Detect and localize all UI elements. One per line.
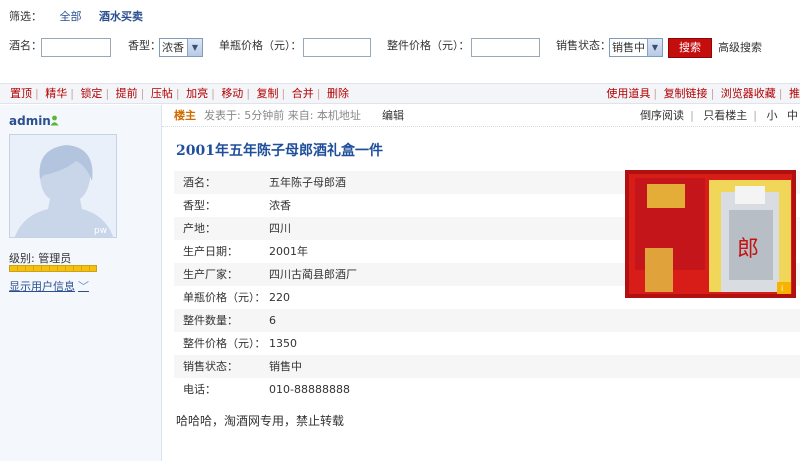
name-label: 酒名： xyxy=(9,39,42,52)
info-row: 销售状态： 销售中 xyxy=(174,355,800,378)
show-user-info-link[interactable]: 显示用户信息 ﹀ xyxy=(9,278,89,294)
name-input[interactable] xyxy=(41,38,111,57)
tool-copy-link[interactable]: 复制链接 xyxy=(664,87,708,100)
unit-price-input[interactable] xyxy=(303,38,371,57)
font-small-link[interactable]: 小 xyxy=(767,109,778,122)
tool-sink[interactable]: 压帖 xyxy=(151,87,173,100)
reverse-order-link[interactable]: 倒序阅读 xyxy=(640,109,684,122)
status-label: 销售状态： xyxy=(556,39,611,52)
floor-owner-label: 楼主 xyxy=(174,109,196,122)
font-medium-link[interactable]: 中 xyxy=(787,109,798,122)
wine-gift-box-image: 郎 i xyxy=(625,170,796,298)
svg-text:i: i xyxy=(781,284,783,293)
filter-option-all[interactable]: 全部 xyxy=(60,10,82,23)
unit-price-label: 单瓶价格（元）： xyxy=(219,39,302,52)
edit-link[interactable]: 编辑 xyxy=(382,105,404,127)
tool-move[interactable]: 移动 xyxy=(221,87,243,100)
tool-use-item[interactable]: 使用道具 xyxy=(606,87,650,100)
tool-recommend[interactable]: 推 xyxy=(789,87,800,100)
username[interactable]: admin xyxy=(9,114,51,128)
owner-only-link[interactable]: 只看楼主 xyxy=(703,109,747,122)
status-select[interactable]: 销售中 ▼ xyxy=(609,38,663,57)
tool-bookmark[interactable]: 浏览器收藏 xyxy=(721,87,776,100)
tool-sticky[interactable]: 置顶 xyxy=(10,87,32,100)
search-button[interactable]: 搜索 xyxy=(668,38,712,58)
user-sidebar: admin pw 级别: 管理员 显示用户信息 ﹀ xyxy=(0,105,162,461)
user-level: 级别: 管理员 xyxy=(9,252,72,265)
tool-digest[interactable]: 精华 xyxy=(45,87,67,100)
post-view-options: 倒序阅读 | 只看楼主 | 小 中 xyxy=(640,109,798,122)
search-form: 酒名： 香型： 浓香 ▼ 单瓶价格（元）： 整件价格（元）： 销售状态： 销售中… xyxy=(0,35,800,61)
tool-merge[interactable]: 合并 xyxy=(292,87,314,100)
tool-push[interactable]: 提前 xyxy=(116,87,138,100)
filter-label: 筛选： xyxy=(9,10,42,23)
info-row: 整件价格（元）： 1350 xyxy=(183,337,297,350)
chevron-down-icon: ▼ xyxy=(187,39,202,56)
tool-highlight[interactable]: 加亮 xyxy=(186,87,208,100)
chevron-down-icon: ▼ xyxy=(647,39,662,56)
product-image[interactable]: 郎 i xyxy=(625,170,796,298)
post-meta: 发表于: 5分钟前 来自: 本机地址 xyxy=(204,109,361,122)
post-body: 哈哈哈，淘酒网专用，禁止转载 xyxy=(176,414,345,428)
tool-lock[interactable]: 锁定 xyxy=(80,87,102,100)
filter-bar: 筛选： 全部 酒水买卖 xyxy=(0,0,800,30)
online-user-icon xyxy=(50,115,59,126)
svg-text:pw: pw xyxy=(94,226,107,236)
advanced-search-link[interactable]: 高级搜索 xyxy=(718,38,762,58)
info-row: 整件数量： 6 xyxy=(174,309,800,332)
tool-delete[interactable]: 删除 xyxy=(327,87,349,100)
post-title: 2001年五年陈子母郎酒礼盒一件 xyxy=(176,143,383,159)
default-avatar-icon: pw xyxy=(10,135,116,237)
moderator-toolbar: 置顶 | 精华 | 锁定 | 提前 | 压帖 | 加亮 | 移动 | 复制 | 合并 | 删除 使… xyxy=(0,83,800,104)
level-bar xyxy=(9,265,97,272)
box-price-input[interactable] xyxy=(471,38,540,57)
avatar[interactable]: pw xyxy=(9,134,117,238)
box-price-label: 整件价格（元）： xyxy=(387,39,470,52)
filter-option-wine-trade[interactable]: 酒水买卖 xyxy=(99,10,143,23)
tool-copy[interactable]: 复制 xyxy=(257,87,279,100)
svg-text:郎: 郎 xyxy=(737,237,759,262)
toolbar-right: 使用道具 | 复制链接 | 浏览器收藏 | 推 xyxy=(606,87,800,100)
type-label: 香型： xyxy=(128,39,161,52)
post-header: 楼主 发表于: 5分钟前 来自: 本机地址 编辑 倒序阅读 | 只看楼主 | 小 中 xyxy=(162,105,800,127)
chevron-down-icon: ﹀ xyxy=(78,280,89,293)
info-row: 电话： 010-88888888 xyxy=(183,383,350,396)
toolbar-left: 置顶 | 精华 | 锁定 | 提前 | 压帖 | 加亮 | 移动 | 复制 | 合并 | 删除 xyxy=(10,87,349,100)
type-select[interactable]: 浓香 ▼ xyxy=(159,38,203,57)
